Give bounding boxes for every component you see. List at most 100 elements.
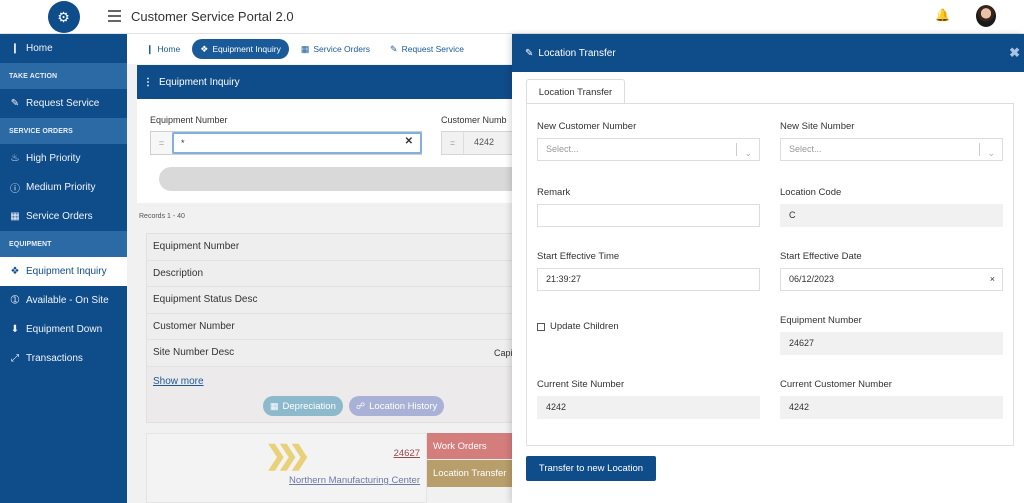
- location-history-label: Location History: [369, 400, 438, 412]
- transfer-button[interactable]: Transfer to new Location: [526, 456, 656, 481]
- new-site-select[interactable]: Select... ⌄: [780, 138, 1003, 161]
- clear-icon[interactable]: ×: [990, 269, 995, 290]
- sidebar-item-request-service[interactable]: ✎ Request Service: [0, 89, 127, 118]
- sidebar-item-label: Transactions: [26, 353, 83, 364]
- location-history-button[interactable]: ☍ Location History: [349, 396, 445, 416]
- tab-location-transfer[interactable]: Location Transfer: [526, 79, 625, 104]
- sidebar-item-equipment-inquiry[interactable]: ❖ Equipment Inquiry: [0, 257, 127, 286]
- pencil-icon: ✎: [10, 98, 20, 109]
- new-customer-label: New Customer Number: [537, 121, 637, 132]
- current-site-field: 4242: [537, 396, 760, 419]
- customer-number-label: Customer Numb: [441, 115, 507, 125]
- sidebar-item-label: Medium Priority: [26, 182, 96, 193]
- new-customer-placeholder: Select...: [546, 144, 579, 154]
- grid-icon: ▦: [300, 43, 310, 54]
- checkbox-box[interactable]: [537, 322, 545, 331]
- tab-label: Request Service: [401, 44, 464, 54]
- sidebar-section-service-orders: SERVICE ORDERS: [0, 118, 127, 144]
- top-bar: ⚙ Customer Service Portal 2.0 🔔: [0, 0, 1024, 34]
- customer-number-value: 4242: [474, 137, 495, 147]
- equipment-number-label: Equipment Number: [780, 315, 862, 326]
- show-more-link[interactable]: Show more: [153, 376, 204, 387]
- tab-request-service[interactable]: ✎ Request Service: [382, 39, 472, 59]
- tab-equipment-inquiry[interactable]: ❖ Equipment Inquiry: [192, 39, 289, 59]
- modal-title: Location Transfer: [538, 47, 616, 59]
- sidebar-item-medium-priority[interactable]: ⓘ Medium Priority: [0, 173, 127, 202]
- sidebar-item-service-orders[interactable]: ▦ Service Orders: [0, 202, 127, 231]
- chevron-down-icon[interactable]: ⌄: [744, 143, 752, 164]
- arrow-circle-icon: ➀: [10, 295, 20, 306]
- fire-icon: ♨: [10, 153, 20, 164]
- detail-value: Capi: [494, 347, 513, 358]
- location-code-label: Location Code: [780, 187, 842, 198]
- sidebar-section-equipment: EQUIPMENT: [0, 231, 127, 257]
- chevrons-icon: ❯❯❯: [265, 440, 310, 470]
- sidebar-item-home[interactable]: ❙ Home: [0, 34, 127, 63]
- sidebar-item-available-on-site[interactable]: ➀ Available - On Site: [0, 286, 127, 315]
- equipment-number-field: = * ✕: [150, 131, 422, 155]
- remark-label: Remark: [537, 187, 571, 198]
- bar-chart-icon: ❙: [10, 43, 20, 54]
- sidebar-item-transactions[interactable]: ⤢ Transactions: [0, 344, 127, 373]
- sidebar-item-label: Request Service: [26, 98, 100, 109]
- update-children-checkbox[interactable]: Update Children: [537, 321, 619, 332]
- grid-icon: ▦: [10, 211, 20, 222]
- location-code-field: C: [780, 204, 1003, 227]
- history-icon: ☍: [356, 400, 366, 411]
- new-customer-select[interactable]: Select... ⌄: [537, 138, 760, 161]
- bar-chart-icon: ❙: [146, 43, 154, 54]
- equals-operator[interactable]: =: [151, 132, 173, 154]
- clear-icon[interactable]: ✕: [405, 136, 413, 147]
- sidebar-item-label: Equipment Inquiry: [26, 266, 107, 277]
- layers-icon: ❖: [10, 266, 20, 277]
- detail-label: Equipment Number: [153, 241, 240, 253]
- site-link[interactable]: Northern Manufacturing Center: [289, 475, 420, 486]
- tab-service-orders[interactable]: ▦ Service Orders: [293, 39, 378, 59]
- current-site-label: Current Site Number: [537, 379, 625, 390]
- pencil-icon: ✎: [390, 43, 398, 54]
- info-circle-icon: ⓘ: [10, 184, 20, 195]
- equipment-link[interactable]: 24627: [394, 448, 420, 459]
- detail-label: Equipment Status Desc: [153, 294, 258, 306]
- remark-input[interactable]: [537, 204, 760, 227]
- layers-icon: ❖: [200, 43, 209, 54]
- sidebar-item-high-priority[interactable]: ♨ High Priority: [0, 144, 127, 173]
- depreciation-button[interactable]: ▦ Depreciation: [263, 396, 343, 416]
- current-customer-label: Current Customer Number: [780, 379, 892, 390]
- sidebar-item-equipment-down[interactable]: ⬇ Equipment Down: [0, 315, 127, 344]
- equipment-number-input[interactable]: *: [172, 132, 422, 154]
- select-divider: [979, 143, 980, 156]
- sidebar-item-label: Equipment Down: [26, 324, 103, 335]
- inquiry-title: Equipment Inquiry: [159, 76, 240, 88]
- start-time-label: Start Effective Time: [537, 251, 620, 262]
- modal-panel: New Customer Number Select... ⌄ New Site…: [526, 103, 1014, 446]
- tab-label: Service Orders: [313, 44, 371, 54]
- modal-header: ✎ Location Transfer ✖: [512, 34, 1024, 72]
- avatar[interactable]: [976, 5, 996, 27]
- sidebar-item-label: Home: [26, 43, 53, 54]
- tab-home[interactable]: ❙ Home: [138, 39, 188, 59]
- start-date-input[interactable]: 06/12/2023 ×: [780, 268, 1003, 291]
- close-icon[interactable]: ✖: [1009, 45, 1020, 61]
- equals-operator[interactable]: =: [442, 132, 464, 154]
- logo-icon[interactable]: ⚙: [47, 1, 80, 33]
- expand-icon: ⤢: [11, 353, 19, 364]
- equipment-number-field: 24627: [780, 332, 1003, 355]
- chevron-down-icon[interactable]: ⌄: [987, 143, 995, 164]
- start-time-input[interactable]: 21:39:27: [537, 268, 760, 291]
- kebab-icon[interactable]: ⋮: [143, 77, 153, 88]
- menu-icon[interactable]: [108, 10, 121, 22]
- detail-label: Customer Number: [153, 320, 235, 332]
- bell-icon[interactable]: 🔔: [935, 8, 950, 22]
- sidebar: ❙ Home TAKE ACTION ✎ Request Service SERVICE …: [0, 34, 127, 503]
- detail-label: Site Number Desc: [153, 347, 235, 359]
- arrow-down-circle-icon: ⬇: [10, 324, 20, 335]
- calculator-icon: ▦: [270, 400, 279, 411]
- records-count: Records 1 - 40: [139, 213, 185, 220]
- tab-label: Equipment Inquiry: [212, 44, 281, 54]
- location-transfer-button[interactable]: Location Transfer: [427, 460, 517, 487]
- start-date-label: Start Effective Date: [780, 251, 862, 262]
- new-site-placeholder: Select...: [789, 144, 822, 154]
- sidebar-item-label: Available - On Site: [26, 295, 109, 306]
- work-orders-button[interactable]: Work Orders: [427, 433, 517, 459]
